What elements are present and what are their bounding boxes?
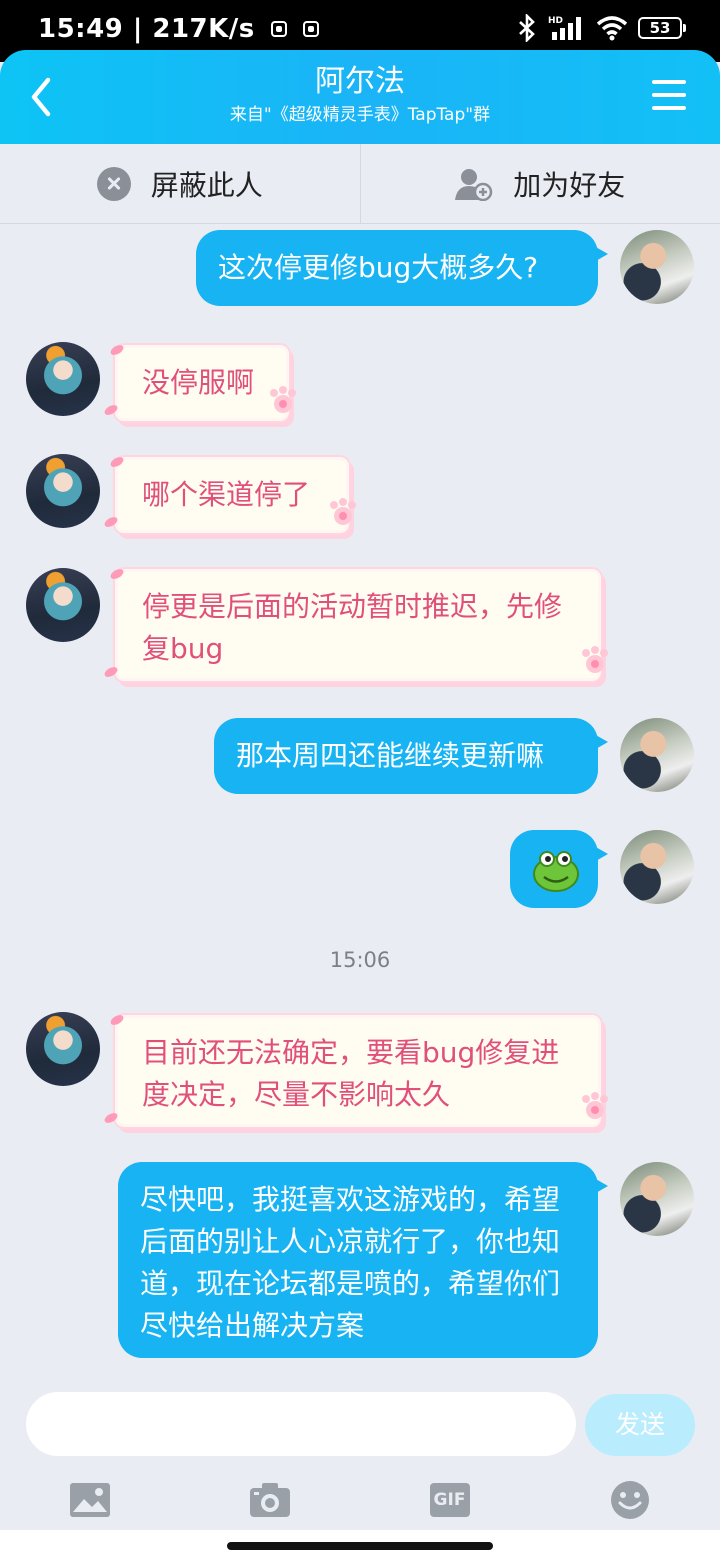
menu-icon bbox=[652, 80, 686, 84]
paw-decoration-icon bbox=[330, 498, 356, 525]
action-bar: 屏蔽此人 加为好友 bbox=[0, 144, 720, 224]
paw-decoration-icon bbox=[582, 1092, 608, 1119]
emoji-icon bbox=[611, 1481, 649, 1519]
avatar[interactable] bbox=[26, 454, 100, 528]
image-button[interactable] bbox=[0, 1470, 180, 1530]
petal-decoration bbox=[102, 665, 120, 679]
gif-button[interactable]: GIF bbox=[360, 1470, 540, 1530]
status-time: 15:49 bbox=[38, 14, 124, 44]
message-input[interactable] bbox=[26, 1392, 576, 1456]
message-bubble-sent[interactable]: 那本周四还能继续更新嘛 bbox=[214, 718, 608, 794]
chat-toolbar: GIF bbox=[0, 1470, 720, 1530]
hd-signal-icon: HD bbox=[548, 16, 581, 40]
avatar[interactable] bbox=[620, 230, 694, 304]
petal-decoration bbox=[102, 515, 120, 529]
camera-icon bbox=[250, 1483, 290, 1517]
avatar[interactable] bbox=[620, 1162, 694, 1236]
chat-header: 阿尔法 来自"《超级精灵手表》TapTap"群 bbox=[0, 50, 720, 144]
message-bubble-received[interactable]: 停更是后面的活动暂时推迟，先修复bug bbox=[118, 572, 598, 678]
chat-title: 阿尔法 bbox=[315, 64, 405, 99]
avatar[interactable] bbox=[26, 342, 100, 416]
message-bubble-received[interactable]: 哪个渠道停了 bbox=[118, 460, 346, 530]
add-friend-label: 加为好友 bbox=[513, 168, 626, 202]
image-icon bbox=[70, 1483, 110, 1517]
avatar[interactable] bbox=[26, 1012, 100, 1086]
wifi-icon bbox=[596, 16, 628, 41]
message-bubble-sent[interactable]: 这次停更修bug大概多久? bbox=[196, 230, 608, 306]
emoji-button[interactable] bbox=[540, 1470, 720, 1530]
block-user-button[interactable]: 屏蔽此人 bbox=[0, 144, 360, 223]
petal-decoration bbox=[102, 403, 120, 417]
system-nav-bar bbox=[0, 1530, 720, 1560]
add-friend-icon bbox=[455, 168, 493, 201]
status-left: 15:49 | 217K/s bbox=[38, 14, 319, 44]
message-bubble-sent-sticker[interactable] bbox=[510, 830, 608, 908]
message-bubble-received[interactable]: 目前还无法确定，要看bug修复进度决定，尽量不影响太久 bbox=[118, 1018, 598, 1124]
app-icon bbox=[270, 21, 287, 37]
message-timestamp: 15:06 bbox=[329, 948, 391, 972]
home-indicator[interactable] bbox=[227, 1542, 493, 1550]
chat-subtitle: 来自"《超级精灵手表》TapTap"群 bbox=[229, 105, 491, 125]
avatar[interactable] bbox=[620, 718, 694, 792]
camera-button[interactable] bbox=[180, 1470, 360, 1530]
input-bar: 发送 bbox=[0, 1380, 720, 1470]
message-bubble-received[interactable]: 没停服啊 bbox=[118, 348, 286, 418]
frog-emoji-icon bbox=[533, 851, 579, 892]
battery-level: 53 bbox=[649, 19, 671, 37]
network-speed: 217K/s bbox=[152, 14, 255, 44]
title-block: 阿尔法 来自"《超级精灵手表》TapTap"群 bbox=[0, 64, 720, 128]
message-list: 这次停更修bug大概多久? 没停服啊 哪个渠道停了 停更是后面的活动暂时推迟，先… bbox=[0, 224, 720, 1380]
avatar[interactable] bbox=[620, 830, 694, 904]
add-friend-button[interactable]: 加为好友 bbox=[361, 144, 720, 223]
status-right: HD 53 bbox=[516, 14, 686, 42]
block-icon bbox=[96, 166, 131, 201]
bluetooth-icon bbox=[519, 14, 535, 42]
petal-decoration bbox=[102, 1111, 120, 1125]
send-button[interactable]: 发送 bbox=[585, 1394, 695, 1456]
message-bubble-sent[interactable]: 尽快吧，我挺喜欢这游戏的，希望后面的别让人心凉就行了，你也知道，现在论坛都是喷的… bbox=[118, 1162, 608, 1358]
avatar[interactable] bbox=[26, 568, 100, 642]
paw-decoration-icon bbox=[582, 646, 608, 673]
app-icon bbox=[302, 21, 319, 37]
svg-text:HD: HD bbox=[548, 16, 563, 26]
gif-label: GIF bbox=[433, 1490, 466, 1510]
chat-screen: 15:49 | 217K/s HD 53 阿尔法 来自"《超级精灵手表》TapT… bbox=[0, 0, 720, 1560]
paw-decoration-icon bbox=[270, 386, 296, 413]
block-user-label: 屏蔽此人 bbox=[150, 168, 263, 202]
battery-icon: 53 bbox=[638, 17, 686, 39]
menu-button[interactable] bbox=[652, 80, 686, 112]
